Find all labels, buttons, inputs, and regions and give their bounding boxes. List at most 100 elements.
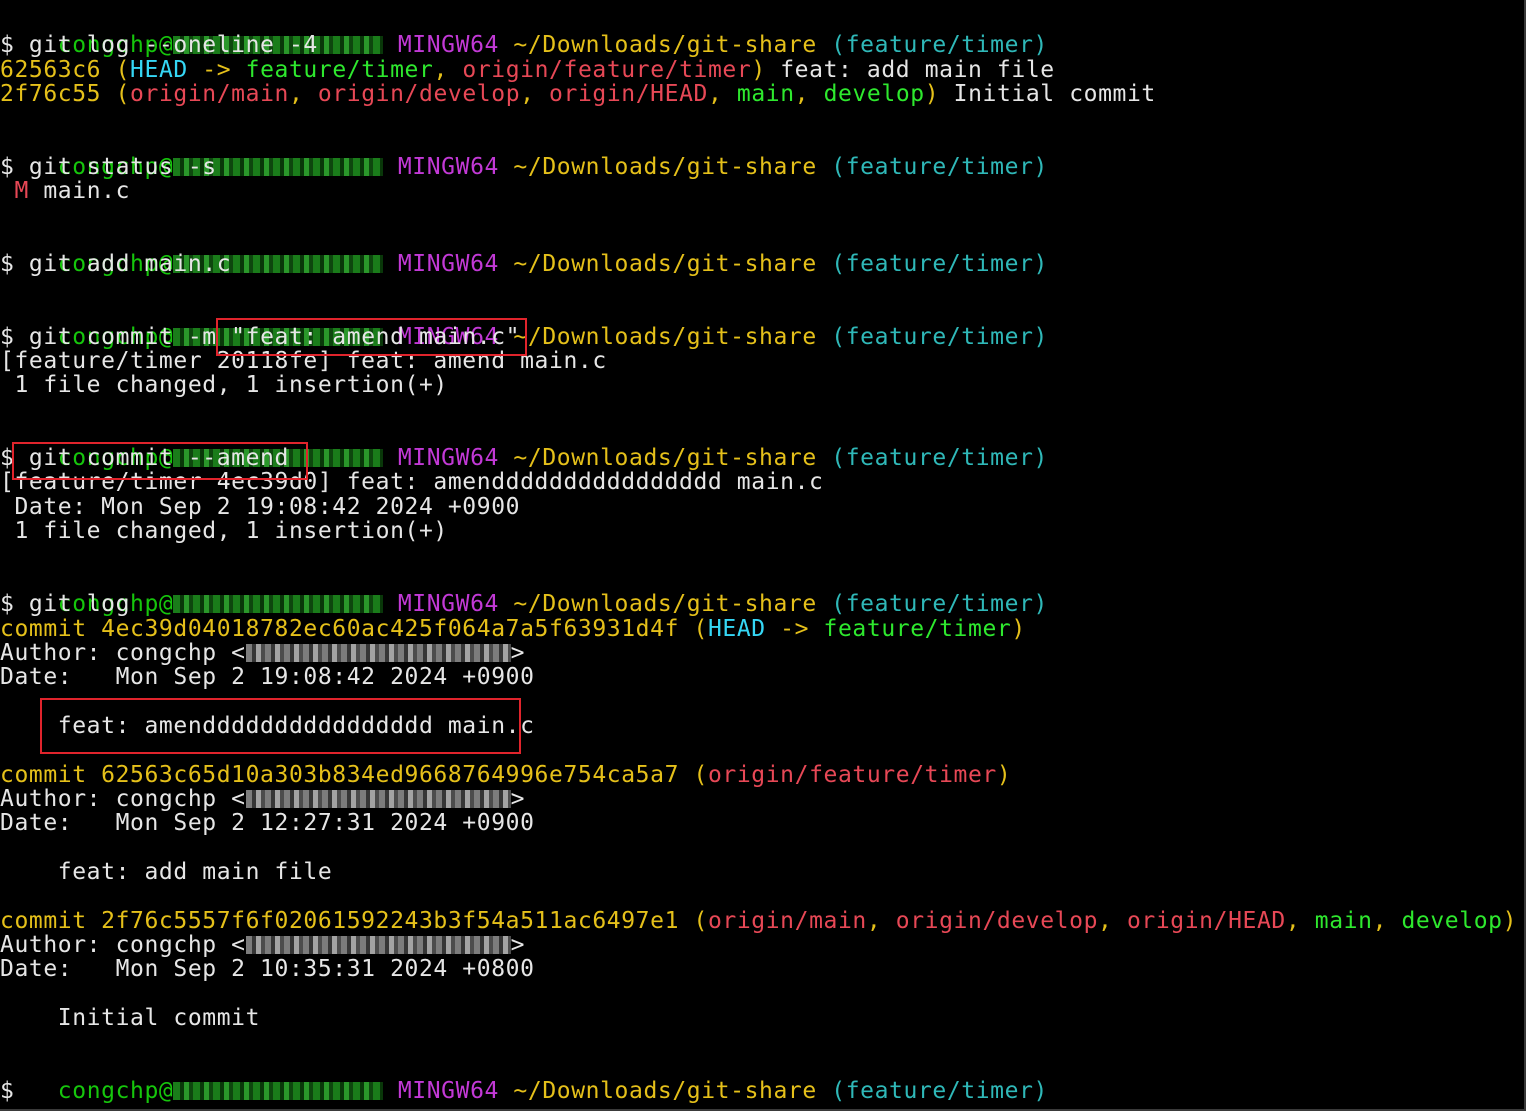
highlight-box-amended-message xyxy=(40,698,521,754)
author: Author: congchp < xyxy=(0,932,246,958)
output-line: 1 file changed, 1 insertion(+) xyxy=(0,519,448,543)
commit-date: Date: Mon Sep 2 10:35:31 2024 +0800 xyxy=(0,956,535,982)
local-branch-ref: develop xyxy=(823,81,925,107)
prompt-line: congchp@ MINGW64 ~/Downloads/git-share (… xyxy=(0,228,1048,276)
prompt-dollar: $ xyxy=(0,1078,15,1104)
command-line-input[interactable]: $ xyxy=(0,1079,14,1103)
commit-hash: 62563c6 xyxy=(0,57,102,83)
prompt-line: congchp@ MINGW64 ~/Downloads/git-share (… xyxy=(0,1055,1048,1103)
prompt-line: congchp@ MINGW64 ~/Downloads/git-share (… xyxy=(0,568,1048,616)
ref-open: ( xyxy=(679,762,708,788)
ref-close: ) xyxy=(1011,616,1026,642)
prompt-dollar: $ xyxy=(0,251,15,277)
log-oneline-row: 62563c6 (HEAD -> feature/timer, origin/f… xyxy=(0,58,1055,82)
ref-close: ) xyxy=(751,57,766,83)
ref-sep: , xyxy=(707,81,737,107)
remote-branch-ref: origin/feature/timer xyxy=(707,762,997,788)
commit-message: feat: add main file xyxy=(0,859,333,885)
local-branch-ref: develop xyxy=(1401,908,1503,934)
prompt-shell: MINGW64 xyxy=(397,154,499,180)
author: Author: congchp < xyxy=(0,786,246,812)
log-oneline-row: 2f76c55 (origin/main, origin/develop, or… xyxy=(0,82,1156,106)
commit-message: feat: add main file xyxy=(765,57,1055,83)
command-line: $ git status -s xyxy=(0,155,217,179)
prompt-shell: MINGW64 xyxy=(397,591,499,617)
ref-close: ) xyxy=(996,762,1012,788)
prompt-path: ~/Downloads/git-share xyxy=(513,324,817,350)
prompt-path: ~/Downloads/git-share xyxy=(513,154,817,180)
remote-branch-ref: origin/develop xyxy=(895,908,1099,934)
local-branch-ref: feature/timer xyxy=(823,616,1012,642)
prompt-path: ~/Downloads/git-share xyxy=(513,251,817,277)
command-text: git status -s xyxy=(14,154,217,180)
command-line: $ git log --oneline -4 xyxy=(0,33,318,57)
prompt-shell: MINGW64 xyxy=(397,32,499,58)
prompt-branch: (feature/timer) xyxy=(831,251,1048,277)
commit-message: Initial commit xyxy=(939,81,1156,107)
prompt-branch: (feature/timer) xyxy=(831,324,1048,350)
redacted-hostname xyxy=(173,1082,384,1100)
prompt-path: ~/Downloads/git-share xyxy=(513,591,817,617)
ref-arrow: -> xyxy=(765,616,824,642)
remote-branch-ref: origin/main xyxy=(707,908,867,934)
remote-branch-ref: origin/main xyxy=(130,81,289,107)
prompt-branch: (feature/timer) xyxy=(831,591,1048,617)
file-name: main.c xyxy=(28,178,131,204)
remote-branch-ref: origin/feature/timer xyxy=(462,57,752,83)
redacted-hostname xyxy=(173,595,384,613)
local-branch-ref: main xyxy=(1314,908,1373,934)
ref-sep: , xyxy=(866,908,896,934)
commit-hash-full: commit 2f76c5557f6f02061592243b3f54a511a… xyxy=(0,908,680,934)
prompt-dollar: $ xyxy=(0,32,15,58)
output-line: 1 file changed, 1 insertion(+) xyxy=(0,373,448,397)
log-commit-line: commit 4ec39d04018782ec60ac425f064a7a5f6… xyxy=(0,617,1026,641)
command-text: git log --oneline -4 xyxy=(14,32,318,58)
log-date-line: Date: Mon Sep 2 19:08:42 2024 +0900 xyxy=(0,665,535,689)
commit-hash-full: commit 4ec39d04018782ec60ac425f064a7a5f6… xyxy=(0,616,680,642)
ref-sep: , xyxy=(1372,908,1402,934)
author: Author: congchp < xyxy=(0,640,246,666)
prompt-branch: (feature/timer) xyxy=(831,32,1048,58)
prompt-branch: (feature/timer) xyxy=(831,1078,1048,1104)
redacted-email xyxy=(245,936,511,954)
ref-open: ( xyxy=(679,616,708,642)
terminal-window[interactable]: congchp@ MINGW64 ~/Downloads/git-share (… xyxy=(0,0,1526,1111)
ref-open: ( xyxy=(101,81,131,107)
prompt-line: congchp@ MINGW64 ~/Downloads/git-share (… xyxy=(0,131,1048,179)
command-line: $ git add main.c xyxy=(0,252,231,276)
ref-open: ( xyxy=(679,908,708,934)
redacted-email xyxy=(245,790,511,808)
remote-branch-ref: origin/HEAD xyxy=(1126,908,1286,934)
prompt-shell: MINGW64 xyxy=(397,1078,499,1104)
log-author-line: Author: congchp < > xyxy=(0,641,525,665)
command-text: git add main.c xyxy=(14,251,232,277)
log-date-line: Date: Mon Sep 2 12:27:31 2024 +0900 xyxy=(0,811,535,835)
amend-date: Date: Mon Sep 2 19:08:42 2024 +0900 xyxy=(0,494,521,520)
prompt-line: congchp@ MINGW64 ~/Downloads/git-share (… xyxy=(0,9,1048,57)
highlight-box-amend-command xyxy=(12,442,308,480)
author-end: > xyxy=(510,640,526,666)
log-date-line: Date: Mon Sep 2 10:35:31 2024 +0800 xyxy=(0,957,535,981)
ref-close: ) xyxy=(924,81,940,107)
prompt-dollar: $ xyxy=(0,324,15,350)
ref-sep: , xyxy=(520,81,550,107)
command-text: git commit -m xyxy=(14,324,232,350)
ref-sep: , xyxy=(433,57,463,83)
commit-hash: 2f76c55 xyxy=(0,81,102,107)
log-message-line: Initial commit xyxy=(0,1006,260,1030)
ref-open: ( xyxy=(101,57,131,83)
ref-sep: , xyxy=(288,81,318,107)
prompt-path: ~/Downloads/git-share xyxy=(513,445,817,471)
modified-flag: M xyxy=(0,178,29,204)
redacted-email xyxy=(245,644,511,662)
log-commit-line: commit 2f76c5557f6f02061592243b3f54a511a… xyxy=(0,909,1517,933)
log-author-line: Author: congchp < > xyxy=(0,933,525,957)
ref-sep: , xyxy=(1098,908,1127,934)
prompt-dollar: $ xyxy=(0,154,15,180)
local-branch-ref: feature/timer xyxy=(245,57,434,83)
status-row: M main.c xyxy=(0,179,130,203)
amend-stats: 1 file changed, 1 insertion(+) xyxy=(0,518,448,544)
prompt-branch: (feature/timer) xyxy=(831,445,1048,471)
remote-branch-ref: origin/HEAD xyxy=(549,81,708,107)
ref-close: ) xyxy=(1502,908,1518,934)
